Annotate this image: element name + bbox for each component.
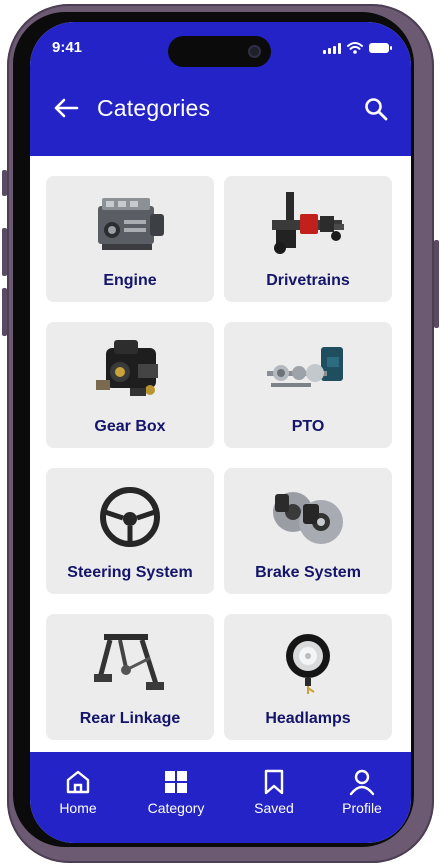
category-label: Engine xyxy=(103,272,157,289)
pto-image xyxy=(224,332,392,410)
category-label: Drivetrains xyxy=(266,272,350,289)
engine-image xyxy=(46,186,214,264)
category-card-rear-linkage[interactable]: Rear Linkage xyxy=(46,614,214,740)
category-card-drivetrains[interactable]: Drivetrains xyxy=(224,176,392,302)
category-label: Steering System xyxy=(67,564,193,581)
app-screen: 9:41 Categories Engine Drivetrains Gear … xyxy=(30,22,411,843)
brake-disc-image xyxy=(224,478,392,556)
drivetrain-image xyxy=(224,186,392,264)
category-card-engine[interactable]: Engine xyxy=(46,176,214,302)
nav-label: Saved xyxy=(254,800,294,816)
nav-category[interactable]: Category xyxy=(136,766,216,816)
bookmark-icon xyxy=(264,769,284,795)
nav-saved[interactable]: Saved xyxy=(234,766,314,816)
rear-linkage-image xyxy=(46,624,214,702)
home-icon xyxy=(66,770,90,794)
steering-wheel-image xyxy=(46,478,214,556)
category-label: Rear Linkage xyxy=(79,710,181,727)
category-card-pto[interactable]: PTO xyxy=(224,322,392,448)
search-icon xyxy=(365,98,388,121)
camera-icon xyxy=(248,45,261,58)
arrow-left-icon xyxy=(54,98,79,118)
wifi-icon xyxy=(347,42,363,54)
battery-icon xyxy=(369,43,392,53)
status-time: 9:41 xyxy=(52,39,83,56)
search-button[interactable] xyxy=(363,96,389,122)
category-label: PTO xyxy=(291,418,325,435)
category-card-headlamps[interactable]: Headlamps xyxy=(224,614,392,740)
dynamic-island xyxy=(168,36,271,67)
nav-label: Profile xyxy=(342,800,382,816)
category-label: Headlamps xyxy=(265,710,351,727)
status-icons xyxy=(323,41,392,55)
nav-label: Category xyxy=(147,800,205,816)
app-header: 9:41 Categories xyxy=(30,22,411,156)
nav-profile[interactable]: Profile xyxy=(322,766,402,816)
side-button-power xyxy=(434,240,439,328)
user-icon xyxy=(349,769,375,796)
side-button-mute xyxy=(2,170,7,196)
cellular-signal-icon xyxy=(323,42,341,54)
category-card-brake-system[interactable]: Brake System xyxy=(224,468,392,594)
bottom-navigation: Home Category Saved Profile xyxy=(30,752,411,843)
grid-icon xyxy=(165,771,187,793)
category-label: Brake System xyxy=(255,564,361,581)
category-label: Gear Box xyxy=(94,418,166,435)
headlamp-image xyxy=(224,624,392,702)
category-card-gear-box[interactable]: Gear Box xyxy=(46,322,214,448)
category-card-steering-system[interactable]: Steering System xyxy=(46,468,214,594)
back-button[interactable] xyxy=(52,96,80,120)
page-title: Categories xyxy=(97,95,211,121)
gearbox-image xyxy=(46,332,214,410)
side-button-volume-down xyxy=(2,288,7,336)
side-button-volume-up xyxy=(2,228,7,276)
nav-home[interactable]: Home xyxy=(38,766,118,816)
nav-label: Home xyxy=(59,800,97,816)
